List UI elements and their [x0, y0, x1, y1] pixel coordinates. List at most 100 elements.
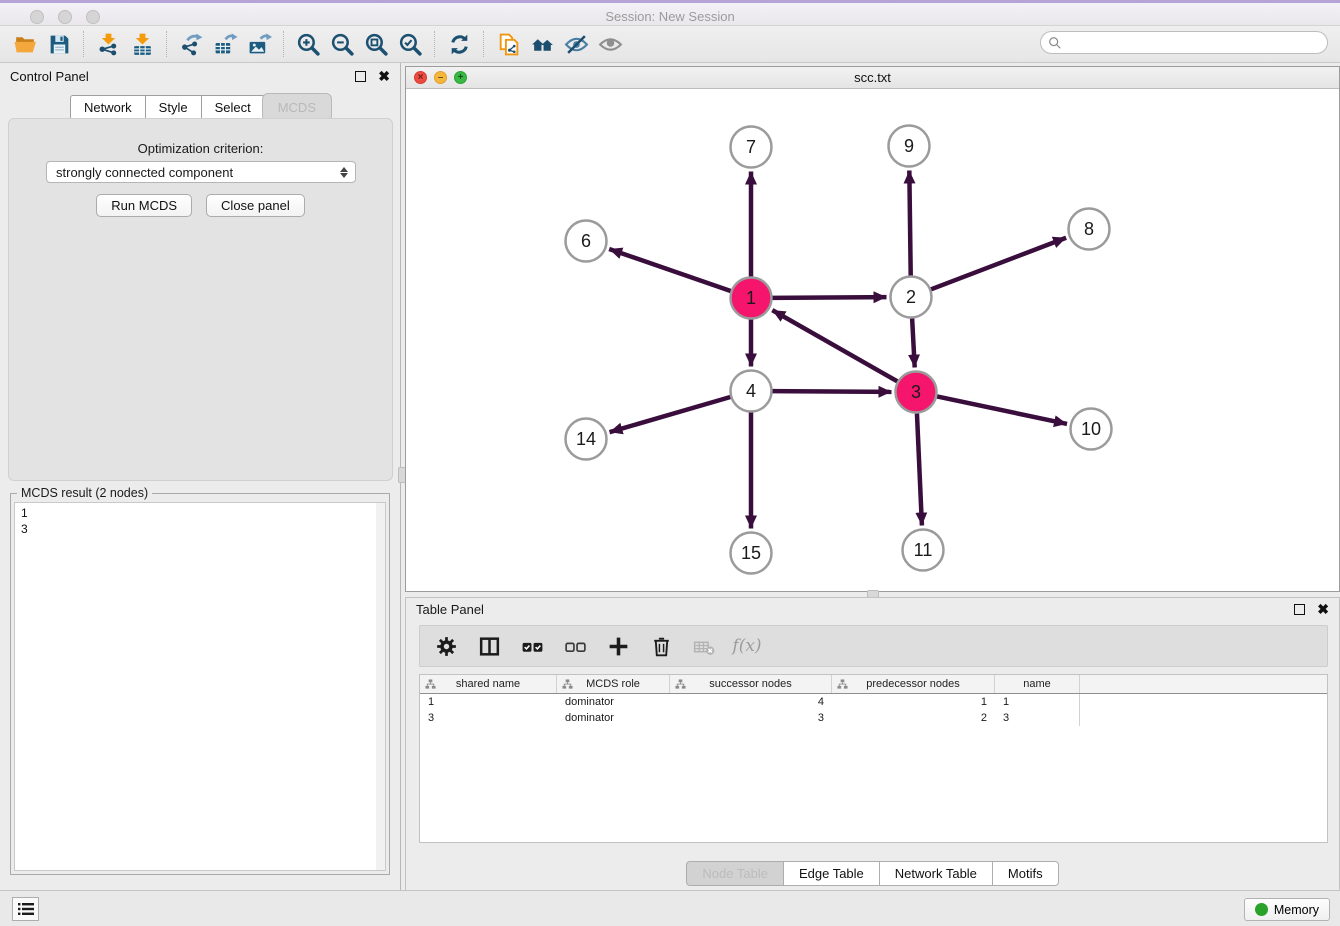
search-input[interactable] [1062, 36, 1327, 50]
destroy-table-button[interactable] [690, 631, 718, 661]
cell-shared-name[interactable]: 1 [420, 694, 557, 710]
criterion-dropdown[interactable]: strongly connected component [46, 161, 356, 183]
node-table: shared name MCDS role successor nodes pr… [419, 674, 1328, 843]
zoom-selected-button[interactable] [393, 29, 427, 59]
export-network-button[interactable] [174, 29, 208, 59]
graph-node-label: 8 [1084, 219, 1094, 239]
tab-select[interactable]: Select [201, 95, 264, 120]
float-table-panel-icon[interactable] [1294, 604, 1305, 615]
memory-status-icon [1255, 903, 1268, 916]
run-mcds-button[interactable]: Run MCDS [96, 194, 192, 217]
fit-content-button[interactable] [359, 29, 393, 59]
add-column-button[interactable] [604, 631, 632, 661]
show-all-button[interactable] [593, 29, 627, 59]
export-image-button[interactable] [242, 29, 276, 59]
column-label: name [1023, 678, 1051, 690]
main-toolbar [0, 26, 1340, 63]
table-row[interactable]: 1 dominator 4 1 1 [420, 694, 1327, 710]
graph-node-label: 1 [746, 288, 756, 308]
graph-edge-1-6[interactable] [609, 249, 731, 291]
first-neighbors-button[interactable] [525, 29, 559, 59]
graph-edge-4-3[interactable] [772, 391, 891, 392]
graph-edge-3-1[interactable] [772, 310, 897, 381]
tab-motifs[interactable]: Motifs [992, 861, 1059, 886]
network-window-titlebar[interactable]: × – + scc.txt [406, 67, 1339, 89]
network-graph[interactable]: 7968124314101511 [406, 89, 1339, 591]
column-header-shared-name[interactable]: shared name [420, 675, 557, 693]
graph-edge-4-14[interactable] [610, 397, 731, 432]
import-table-button[interactable] [125, 29, 159, 59]
import-network-button[interactable] [91, 29, 125, 59]
open-folder-button[interactable] [8, 29, 42, 59]
tab-network[interactable]: Network [70, 95, 145, 120]
close-panel-button[interactable]: Close panel [206, 194, 305, 217]
control-panel-tabs: Network Style Select MCDS [0, 95, 400, 120]
search-field[interactable] [1040, 31, 1328, 54]
open-folder-icon [13, 32, 38, 57]
graph-edge-3-11[interactable] [917, 413, 922, 525]
table-settings-button[interactable] [432, 631, 460, 661]
close-table-panel-icon[interactable]: ✖ [1317, 604, 1329, 615]
graph-edge-1-2[interactable] [772, 297, 886, 298]
column-header-mcds-role[interactable]: MCDS role [557, 675, 670, 693]
table-panel-title: Table Panel [416, 602, 1294, 617]
table-toolbar: f(x) [419, 625, 1328, 667]
graph-edge-2-8[interactable] [931, 238, 1066, 290]
graph-edge-2-3[interactable] [912, 318, 915, 367]
column-header-successor-nodes[interactable]: successor nodes [670, 675, 832, 693]
optimization-criterion-label: Optimization criterion: [9, 141, 392, 156]
column-header-predecessor-nodes[interactable]: predecessor nodes [832, 675, 995, 693]
table-row[interactable]: 3 dominator 3 2 3 [420, 710, 1327, 726]
tab-network-table[interactable]: Network Table [879, 861, 992, 886]
hierarchy-icon [837, 679, 848, 690]
tab-edge-table[interactable]: Edge Table [783, 861, 879, 886]
graph-node-label: 2 [906, 287, 916, 307]
select-all-button[interactable] [518, 631, 546, 661]
column-header-name[interactable]: name [995, 675, 1080, 693]
gear-icon [434, 634, 459, 659]
zoom-in-button[interactable] [291, 29, 325, 59]
function-icon: f(x) [732, 636, 761, 656]
cell-mcds-role[interactable]: dominator [557, 694, 670, 710]
trash-icon [649, 634, 674, 659]
graph-edge-2-9[interactable] [909, 170, 910, 275]
save-icon [47, 32, 72, 57]
graph-node-label: 6 [581, 231, 591, 251]
deselect-all-button[interactable] [561, 631, 589, 661]
split-panel-button[interactable] [475, 631, 503, 661]
cell-shared-name[interactable]: 3 [420, 710, 557, 726]
float-panel-icon[interactable] [355, 71, 366, 82]
cell-predecessor-nodes[interactable]: 2 [832, 710, 995, 726]
first-neighbors-icon [530, 32, 555, 57]
tab-style[interactable]: Style [145, 95, 201, 120]
zoom-selected-icon [398, 32, 423, 57]
toolbar-separator [83, 31, 84, 57]
save-session-button[interactable] [42, 29, 76, 59]
cell-name[interactable]: 1 [995, 694, 1080, 710]
task-history-button[interactable] [12, 897, 39, 921]
graph-edge-3-10[interactable] [937, 396, 1067, 423]
new-network-from-selection-button[interactable] [491, 29, 525, 59]
close-panel-icon[interactable]: ✖ [378, 71, 390, 82]
cell-predecessor-nodes[interactable]: 1 [832, 694, 995, 710]
cell-successor-nodes[interactable]: 3 [670, 710, 832, 726]
result-scrollbar[interactable] [376, 503, 385, 870]
cell-mcds-role[interactable]: dominator [557, 710, 670, 726]
import-table-icon [130, 32, 155, 57]
cell-successor-nodes[interactable]: 4 [670, 694, 832, 710]
cell-name[interactable]: 3 [995, 710, 1080, 726]
hierarchy-icon [562, 679, 573, 690]
function-builder-button[interactable]: f(x) [733, 631, 761, 661]
hierarchy-icon [675, 679, 686, 690]
delete-column-button[interactable] [647, 631, 675, 661]
tab-node-table[interactable]: Node Table [686, 861, 783, 886]
refresh-button[interactable] [442, 29, 476, 59]
mcds-result-text[interactable]: 1 3 [14, 502, 386, 871]
graph-node-label: 15 [741, 543, 761, 563]
zoom-out-button[interactable] [325, 29, 359, 59]
hide-selected-button[interactable] [559, 29, 593, 59]
export-table-icon [213, 32, 238, 57]
memory-button[interactable]: Memory [1244, 898, 1330, 921]
split-panel-icon [477, 634, 502, 659]
export-table-button[interactable] [208, 29, 242, 59]
